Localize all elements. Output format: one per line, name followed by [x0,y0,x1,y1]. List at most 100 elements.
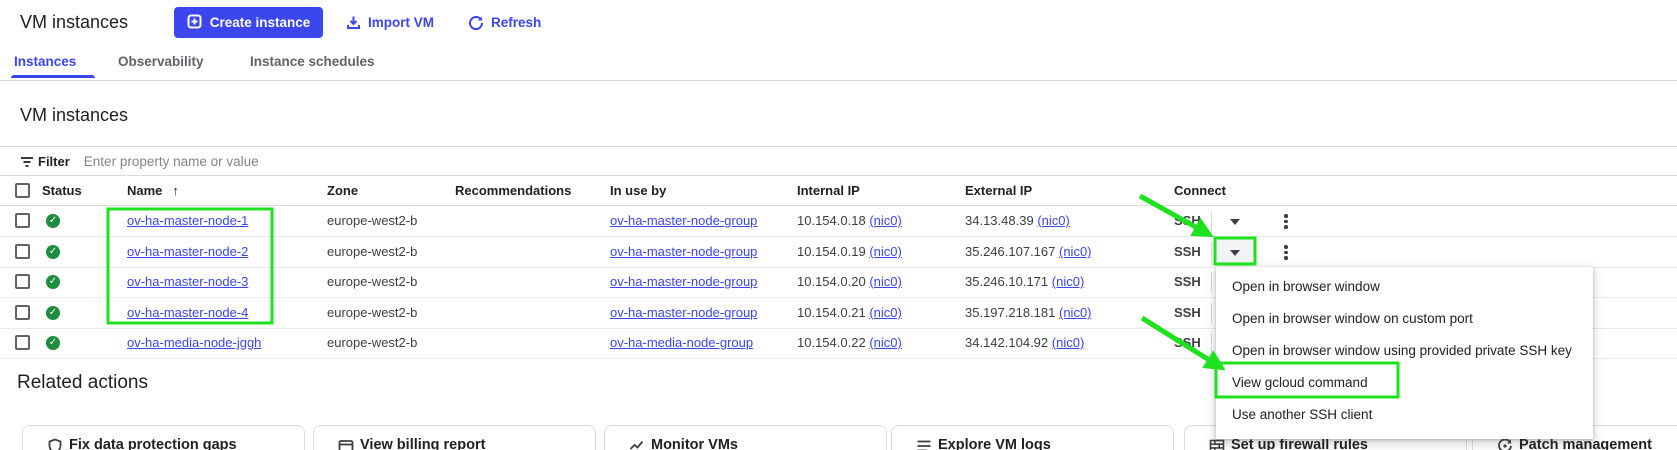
external-ip-value: 35.197.218.181 (nic0) [965,305,1092,320]
internal-ip-value: 10.154.0.20 (nic0) [797,274,902,289]
internal-ip-value: 10.154.0.21 (nic0) [797,305,902,320]
in-use-by-link[interactable]: ov-ha-master-node-group [610,206,757,236]
in-use-by-link[interactable]: ov-ha-media-node-group [610,328,753,358]
divider [1211,272,1212,293]
menu-item-view-gcloud-command[interactable]: View gcloud command [1216,367,1593,399]
chevron-down-icon [1230,249,1240,256]
section-title: VM instances [20,105,129,125]
nic0-link[interactable]: (nic0) [1059,305,1092,320]
tab-observability[interactable]: Observability [118,45,204,78]
status-running-icon: ✓ [46,214,60,228]
table-row: ✓ ov-ha-master-node-1 europe-west2-b ov-… [0,206,1677,237]
row-checkbox[interactable] [15,274,30,289]
ssh-dropdown-button[interactable] [1216,208,1254,235]
zone-value: europe-west2-b [327,305,418,320]
nic0-link[interactable]: (nic0) [869,274,902,289]
card-explore-vm-logs[interactable]: Explore VM logs [891,425,1174,450]
tab-bar: Instances Observability Instance schedul… [0,45,1677,81]
nic0-link[interactable]: (nic0) [1059,244,1092,259]
divider [1211,211,1212,232]
divider [1211,303,1212,324]
nic0-link[interactable]: (nic0) [869,213,902,228]
instance-name-link[interactable]: ov-ha-media-node-jggh [127,328,261,358]
refresh-icon [468,15,484,31]
status-running-icon: ✓ [46,275,60,289]
select-all-checkbox[interactable] [15,183,30,198]
row-checkbox[interactable] [15,244,30,259]
row-checkbox[interactable] [15,335,30,350]
table-row: ✓ ov-ha-master-node-2 europe-west2-b ov-… [0,237,1677,268]
billing-card-icon [338,438,354,450]
menu-item-open-browser-window[interactable]: Open in browser window [1216,271,1593,303]
menu-item-open-browser-custom-port[interactable]: Open in browser window on custom port [1216,303,1593,335]
in-use-by-link[interactable]: ov-ha-master-node-group [610,298,757,328]
import-vm-button[interactable]: Import VM [346,7,434,38]
filter-bar: Filter [0,146,1677,176]
internal-ip-value: 10.154.0.22 (nic0) [797,335,902,350]
active-tab-underline [11,75,95,78]
external-ip-value: 34.13.48.39 (nic0) [965,213,1070,228]
page-title: VM instances [20,12,129,32]
nic0-link[interactable]: (nic0) [869,305,902,320]
row-checkbox[interactable] [15,213,30,228]
ssh-button[interactable]: SSH [1174,267,1201,297]
col-in-use-by: In use by [610,183,667,198]
row-checkbox[interactable] [15,305,30,320]
sort-ascending-icon: ↑ [172,183,179,198]
col-name[interactable]: Name ↑ [127,176,179,206]
more-actions-icon[interactable] [1284,214,1288,229]
more-actions-icon[interactable] [1284,245,1288,260]
external-ip-value: 34.142.104.92 (nic0) [965,335,1085,350]
zone-value: europe-west2-b [327,244,418,259]
divider [1211,242,1212,263]
logs-list-icon [916,438,932,450]
patch-sync-icon [1497,438,1513,450]
col-recommendations: Recommendations [455,183,572,198]
monitor-chart-icon [629,438,645,450]
tab-instance-schedules[interactable]: Instance schedules [250,45,375,78]
ssh-button[interactable]: SSH [1174,206,1201,236]
status-running-icon: ✓ [46,245,60,259]
refresh-button[interactable]: Refresh [468,7,541,38]
nic0-link[interactable]: (nic0) [1037,213,1070,228]
col-external-ip: External IP [965,183,1033,198]
col-connect: Connect [1174,183,1226,198]
ssh-button[interactable]: SSH [1174,237,1201,267]
zone-value: europe-west2-b [327,274,418,289]
instance-name-link[interactable]: ov-ha-master-node-3 [127,267,248,297]
filter-icon [20,155,34,174]
tab-instances[interactable]: Instances [14,45,76,78]
nic0-link[interactable]: (nic0) [1052,335,1085,350]
ssh-button[interactable]: SSH [1174,298,1201,328]
col-zone: Zone [327,183,359,198]
filter-input[interactable] [83,154,684,169]
status-running-icon: ✓ [46,336,60,350]
instance-name-link[interactable]: ov-ha-master-node-4 [127,298,248,328]
instance-name-link[interactable]: ov-ha-master-node-2 [127,237,248,267]
import-download-icon [346,15,361,30]
related-actions-title: Related actions [17,372,148,393]
nic0-link[interactable]: (nic0) [869,244,902,259]
create-instance-icon [187,14,202,32]
chevron-down-icon [1230,218,1240,225]
status-running-icon: ✓ [46,306,60,320]
table-header: Status Name ↑ Zone Recommendations In use… [0,175,1677,206]
card-monitor-vms[interactable]: Monitor VMs [604,425,887,450]
nic0-link[interactable]: (nic0) [1052,274,1085,289]
divider [1211,333,1212,354]
menu-item-use-another-ssh-client[interactable]: Use another SSH client [1216,399,1593,431]
col-status: Status [42,183,82,198]
in-use-by-link[interactable]: ov-ha-master-node-group [610,267,757,297]
vm-instances-page: VM instances Create instance Import VM R… [0,0,1677,450]
menu-item-open-browser-private-key[interactable]: Open in browser window using provided pr… [1216,335,1593,367]
instance-name-link[interactable]: ov-ha-master-node-1 [127,206,248,236]
nic0-link[interactable]: (nic0) [869,335,902,350]
create-instance-button[interactable]: Create instance [174,7,323,38]
col-internal-ip: Internal IP [797,183,860,198]
external-ip-value: 35.246.10.171 (nic0) [965,274,1085,289]
ssh-button[interactable]: SSH [1174,328,1201,358]
in-use-by-link[interactable]: ov-ha-master-node-group [610,237,757,267]
card-view-billing-report[interactable]: View billing report [313,425,596,450]
card-fix-data-protection-gaps[interactable]: Fix data protection gaps [22,425,305,450]
ssh-dropdown-button-open[interactable] [1216,239,1254,266]
